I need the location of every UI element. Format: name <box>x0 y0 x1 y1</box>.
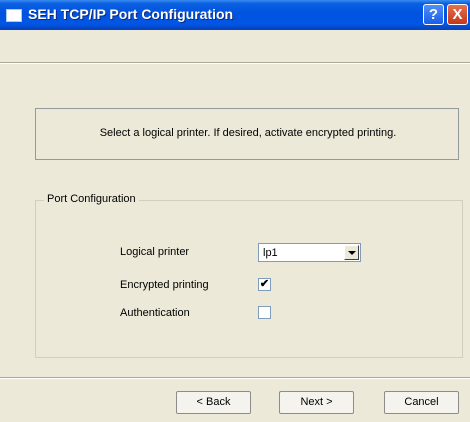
logical-printer-value: lp1 <box>263 247 278 259</box>
encrypted-printing-label: Encrypted printing <box>120 279 209 291</box>
dialog-window: SEH TCP/IP Port Configuration ? X Select… <box>0 0 470 422</box>
footer-separator <box>0 377 470 379</box>
authentication-label: Authentication <box>120 307 190 319</box>
help-button[interactable]: ? <box>423 4 444 25</box>
window-title: SEH TCP/IP Port Configuration <box>28 6 234 22</box>
header-separator <box>0 62 470 64</box>
window-icon <box>6 9 22 22</box>
next-button[interactable]: Next > <box>279 391 354 414</box>
encrypted-printing-checkbox[interactable]: ✔ <box>258 278 271 291</box>
cancel-button[interactable]: Cancel <box>384 391 459 414</box>
back-button[interactable]: < Back <box>176 391 251 414</box>
instruction-box: Select a logical printer. If desired, ac… <box>35 108 459 160</box>
port-configuration-title: Port Configuration <box>44 193 139 205</box>
authentication-checkbox[interactable] <box>258 306 271 319</box>
logical-printer-select[interactable]: lp1 <box>258 243 361 262</box>
instruction-text: Select a logical printer. If desired, ac… <box>99 127 397 139</box>
chevron-down-icon[interactable] <box>344 245 359 260</box>
logical-printer-label: Logical printer <box>120 246 190 258</box>
close-button[interactable]: X <box>447 4 468 25</box>
title-bar[interactable]: SEH TCP/IP Port Configuration ? X <box>0 0 470 30</box>
checkmark-icon: ✔ <box>259 278 270 290</box>
port-configuration-group <box>35 200 463 358</box>
